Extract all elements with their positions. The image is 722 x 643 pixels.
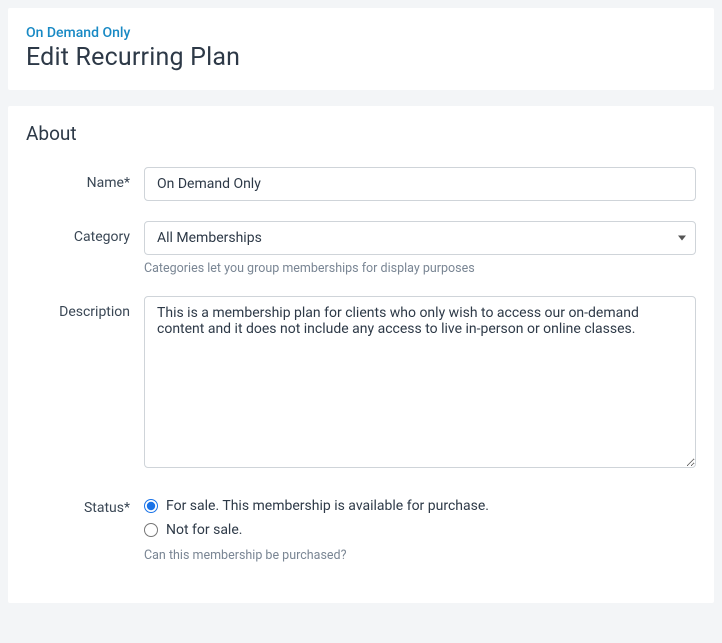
form-row-status: Status* For sale. This membership is ava… <box>26 492 696 563</box>
description-label: Description <box>26 296 144 320</box>
status-option-label: Not for sale. <box>166 522 242 538</box>
page-title: Edit Recurring Plan <box>26 43 696 72</box>
name-label: Name* <box>26 167 144 191</box>
category-help-text: Categories let you group memberships for… <box>144 261 696 276</box>
status-help-text: Can this membership be purchased? <box>144 548 696 563</box>
status-label: Status* <box>26 492 144 516</box>
about-section: About Name* Category All Memberships Cat… <box>8 106 714 603</box>
status-option-not-for-sale[interactable]: Not for sale. <box>144 522 696 538</box>
category-label: Category <box>26 221 144 245</box>
status-radio-for-sale[interactable] <box>144 499 158 513</box>
name-input[interactable] <box>144 167 696 201</box>
form-row-description: Description <box>26 296 696 472</box>
description-textarea[interactable] <box>144 296 696 468</box>
page-header: On Demand Only Edit Recurring Plan <box>8 8 714 90</box>
form-row-name: Name* <box>26 167 696 201</box>
status-radio-not-for-sale[interactable] <box>144 523 158 537</box>
section-title-about: About <box>26 122 696 145</box>
status-option-label: For sale. This membership is available f… <box>166 498 489 514</box>
category-select[interactable]: All Memberships <box>144 221 696 255</box>
form-row-category: Category All Memberships Categories let … <box>26 221 696 276</box>
plan-breadcrumb-link[interactable]: On Demand Only <box>26 25 130 41</box>
status-radio-group: For sale. This membership is available f… <box>144 492 696 538</box>
status-option-for-sale[interactable]: For sale. This membership is available f… <box>144 498 696 514</box>
